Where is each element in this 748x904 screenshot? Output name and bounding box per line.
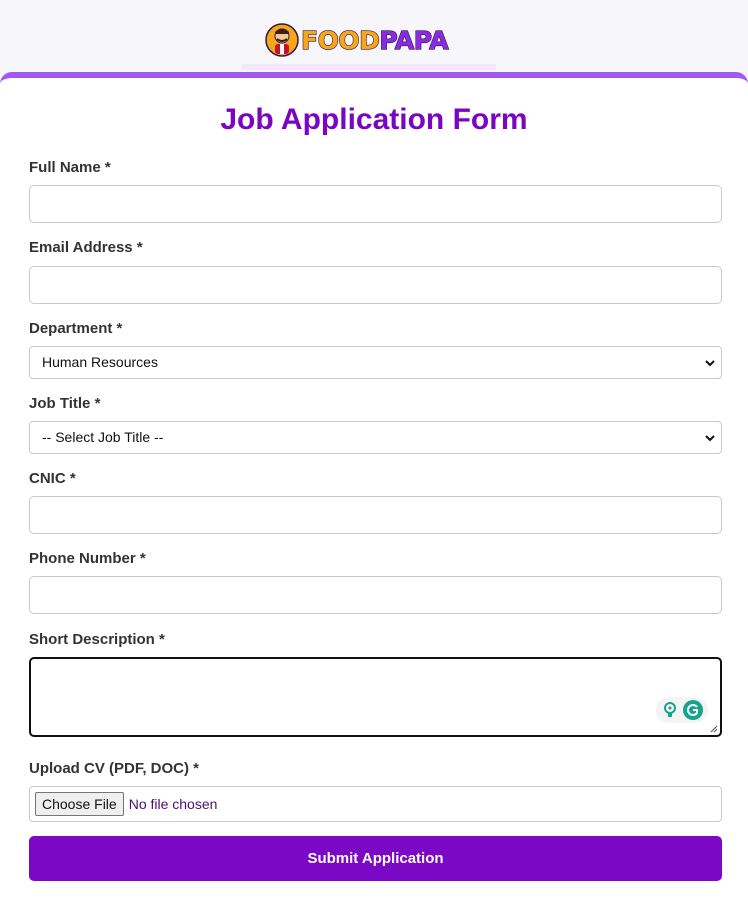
cnic-label: CNIC *	[29, 470, 76, 487]
brand-word-papa: PAPA	[379, 25, 449, 55]
job-title-label: Job Title *	[29, 395, 101, 412]
job-title-selected-value: -- Select Job Title --	[42, 429, 164, 445]
brand-logo[interactable]: FOODPAPA	[265, 22, 449, 58]
lightbulb-icon[interactable]	[661, 701, 679, 719]
file-status-text: No file chosen	[128, 796, 218, 812]
description-label: Short Description *	[29, 631, 165, 648]
chevron-down-icon	[705, 435, 715, 442]
brand-word-food: FOOD	[300, 25, 380, 55]
resize-handle-icon[interactable]	[710, 725, 718, 733]
grammarly-widget[interactable]	[656, 697, 708, 723]
job-title-select[interactable]: -- Select Job Title --	[29, 421, 722, 454]
description-textarea[interactable]	[29, 657, 722, 737]
department-label: Department *	[29, 320, 123, 337]
full-name-input[interactable]	[29, 185, 722, 223]
cv-label: Upload CV (PDF, DOC) *	[29, 760, 200, 777]
header-accent-strip	[242, 64, 496, 70]
brand-wordmark: FOODPAPA	[300, 25, 449, 55]
mascot-icon	[265, 23, 299, 57]
submit-button[interactable]: Submit Application	[29, 836, 722, 881]
department-selected-value: Human Resources	[42, 354, 158, 370]
department-select[interactable]: Human Resources	[29, 346, 722, 379]
phone-label: Phone Number *	[29, 550, 146, 567]
email-label: Email Address *	[29, 239, 143, 256]
choose-file-button[interactable]: Choose File	[35, 792, 124, 816]
grammarly-icon[interactable]	[682, 699, 704, 721]
full-name-label: Full Name *	[29, 159, 111, 176]
cv-file-input[interactable]: Choose File No file chosen	[29, 786, 722, 822]
email-input[interactable]	[29, 266, 722, 304]
cnic-input[interactable]	[29, 496, 722, 534]
phone-input[interactable]	[29, 576, 722, 614]
form-title: Job Application Form	[220, 103, 528, 136]
chevron-down-icon	[705, 360, 715, 367]
